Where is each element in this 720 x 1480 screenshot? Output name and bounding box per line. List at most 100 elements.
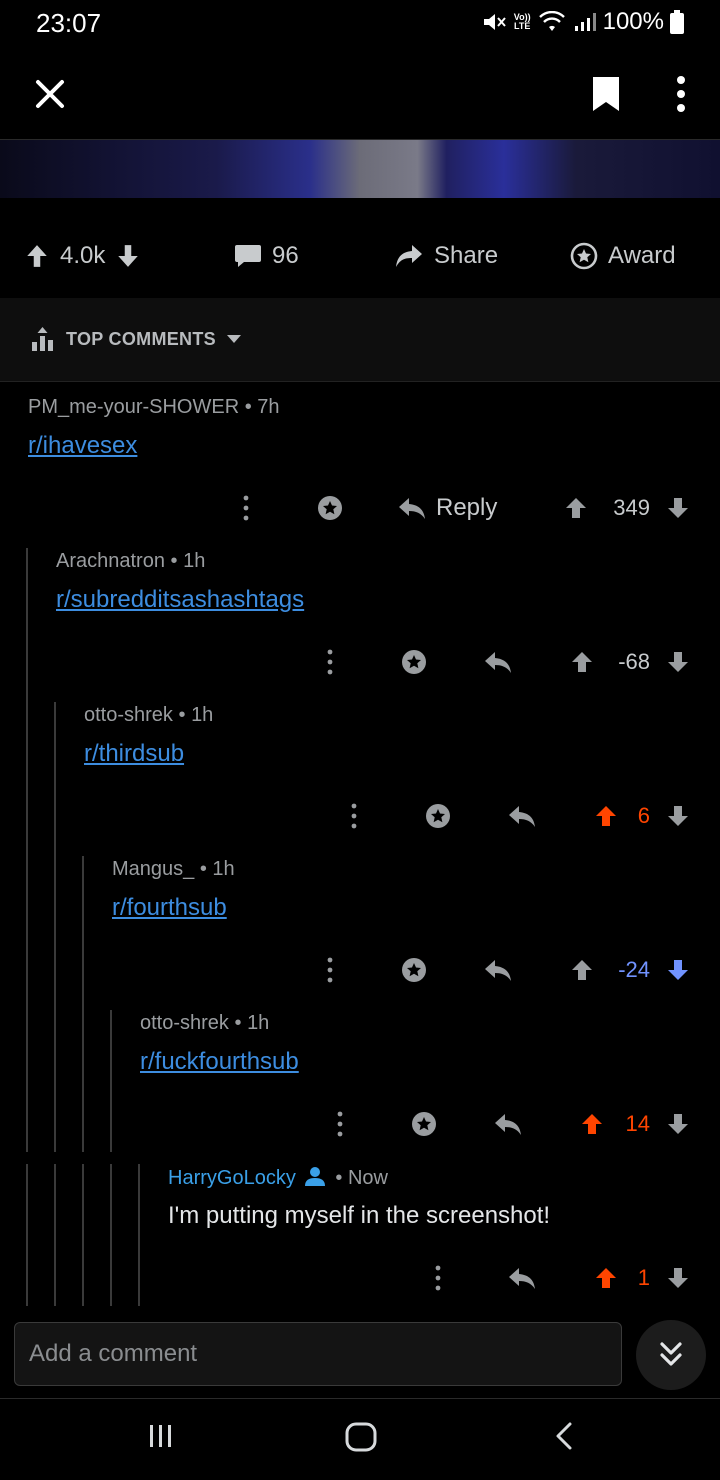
comment-downvote-button[interactable] xyxy=(660,796,696,836)
comment-award-button[interactable] xyxy=(404,1104,444,1144)
comment-more-button[interactable] xyxy=(423,1260,453,1296)
subreddit-link[interactable]: r/ihavesex xyxy=(28,432,137,460)
comment-downvote-button[interactable] xyxy=(660,950,696,990)
reply-icon xyxy=(485,652,511,673)
downvote-icon xyxy=(668,498,688,518)
close-button[interactable] xyxy=(30,74,70,114)
thread-line-depth-5[interactable] xyxy=(138,1164,140,1306)
downvote-icon xyxy=(668,1114,688,1134)
comment-downvote-button[interactable] xyxy=(660,1258,696,1298)
subreddit-link[interactable]: r/fourthsub xyxy=(112,894,227,922)
post-score: 4.0k xyxy=(60,242,106,269)
comment-author[interactable]: otto-shrek xyxy=(84,704,173,726)
thread-line-depth-4[interactable] xyxy=(110,1164,112,1306)
award-icon xyxy=(570,242,598,270)
home-icon xyxy=(345,1422,377,1452)
post-action-bar: 4.0k 96 Share Award xyxy=(0,218,720,294)
downvote-icon[interactable] xyxy=(115,243,141,269)
more-vertical-icon xyxy=(243,495,249,521)
comment-downvote-button[interactable] xyxy=(660,642,696,682)
system-nav-bar xyxy=(0,1398,720,1480)
thread-line-depth-1[interactable] xyxy=(26,548,28,1152)
thread-line-depth-1[interactable] xyxy=(26,1164,28,1306)
comment-score: -68 xyxy=(618,649,650,674)
share-label: Share xyxy=(434,242,499,269)
comment-downvote-button[interactable] xyxy=(660,1104,696,1144)
comment-author[interactable]: otto-shrek xyxy=(140,1012,229,1034)
comment-sort-bar[interactable]: TOP COMMENTS xyxy=(0,298,720,382)
comment-more-button[interactable] xyxy=(325,1106,355,1142)
battery-icon xyxy=(670,10,684,34)
double-chevron-down-icon xyxy=(660,1342,682,1366)
award-button[interactable]: Award xyxy=(570,218,676,294)
meta-separator: • xyxy=(239,396,258,418)
comment-reply-button[interactable] xyxy=(488,1104,528,1144)
thread-line-depth-4[interactable] xyxy=(110,1010,112,1152)
comment-bubble-icon xyxy=(235,245,261,267)
comment-downvote-button[interactable] xyxy=(660,488,696,528)
next-comment-button[interactable] xyxy=(636,1320,706,1390)
comment-more-button[interactable] xyxy=(231,490,261,526)
comment-more-button[interactable] xyxy=(315,952,345,988)
chevron-down-icon xyxy=(226,335,241,343)
reply-icon xyxy=(509,1268,535,1289)
thread-line-depth-3[interactable] xyxy=(82,1164,84,1306)
bookmark-icon xyxy=(593,77,619,111)
comment-reply-button[interactable] xyxy=(502,796,542,836)
comment-author[interactable]: HarryGoLocky xyxy=(168,1167,296,1189)
more-vertical-icon xyxy=(677,76,685,112)
save-post-button[interactable] xyxy=(590,74,622,114)
comment-author[interactable]: PM_me-your-SHOWER xyxy=(28,396,239,418)
thread-line-depth-2[interactable] xyxy=(54,1164,56,1306)
comment-award-button[interactable] xyxy=(418,796,458,836)
meta-separator: • xyxy=(329,1167,348,1189)
comment-score: 14 xyxy=(625,1111,650,1136)
meta-separator: • xyxy=(194,858,213,880)
subreddit-link[interactable]: r/fuckfourthsub xyxy=(140,1048,299,1076)
comment-award-button[interactable] xyxy=(394,642,434,682)
sort-label: TOP COMMENTS xyxy=(66,328,216,349)
thread-line-depth-3[interactable] xyxy=(82,856,84,1152)
comment-more-button[interactable] xyxy=(339,798,369,834)
subreddit-link[interactable]: r/subredditsashashtags xyxy=(56,586,304,614)
more-vertical-icon xyxy=(351,803,357,829)
add-comment-input[interactable] xyxy=(15,1323,621,1385)
more-vertical-icon xyxy=(327,957,333,983)
thread-line-depth-2[interactable] xyxy=(54,702,56,1152)
comment-author[interactable]: Mangus_ xyxy=(112,858,194,880)
home-button[interactable] xyxy=(344,1421,378,1453)
award-icon xyxy=(402,650,426,674)
more-vertical-icon xyxy=(435,1265,441,1291)
comment-age: 1h xyxy=(183,550,206,572)
comment-reply-button[interactable] xyxy=(478,950,518,990)
comment-award-button[interactable] xyxy=(310,488,350,528)
comment-award-button[interactable] xyxy=(394,950,434,990)
subreddit-link[interactable]: r/thirdsub xyxy=(84,740,184,768)
status-time: 23:07 xyxy=(36,8,102,38)
comment-reply-button[interactable] xyxy=(478,642,518,682)
back-button[interactable] xyxy=(550,1421,580,1451)
comment-reply-button[interactable]: Reply xyxy=(398,488,497,528)
comment-reply-button[interactable] xyxy=(502,1258,542,1298)
meta-separator: • xyxy=(172,704,192,726)
comments-count-button[interactable]: 96 xyxy=(234,218,299,294)
close-icon xyxy=(36,80,64,108)
top-sort-icon xyxy=(32,327,53,351)
add-comment-box[interactable] xyxy=(14,1322,622,1386)
back-icon xyxy=(556,1422,572,1450)
share-button[interactable]: Share xyxy=(394,218,498,294)
comment-more-button[interactable] xyxy=(315,644,345,680)
recent-apps-button[interactable] xyxy=(146,1421,176,1451)
award-label: Award xyxy=(608,242,676,269)
upvote-icon[interactable] xyxy=(24,243,50,269)
post-media-preview[interactable] xyxy=(0,140,720,198)
comment-author[interactable]: Arachnatron xyxy=(56,550,165,572)
comment-meta: HarryGoLocky • Now xyxy=(168,1166,388,1190)
comment-meta: Arachnatron • 1h xyxy=(56,550,205,573)
more-vertical-icon xyxy=(337,1111,343,1137)
downvote-icon xyxy=(668,960,688,980)
comments-count: 96 xyxy=(272,242,299,269)
more-options-button[interactable] xyxy=(666,72,696,116)
downvote-icon xyxy=(668,652,688,672)
comment-meta: Mangus_ • 1h xyxy=(112,858,235,881)
